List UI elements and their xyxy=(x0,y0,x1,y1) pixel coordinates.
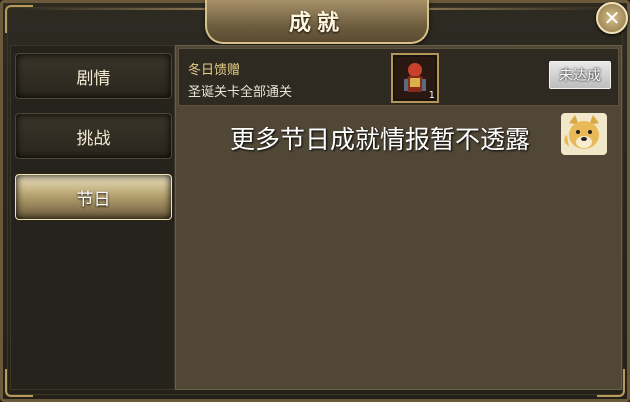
status-badge[interactable]: 未达成 xyxy=(549,61,611,89)
reward-count: 1 xyxy=(428,90,435,101)
category-tabs: 剧情 挑战 节日 xyxy=(10,45,175,390)
tab-story[interactable]: 剧情 xyxy=(15,53,172,99)
achievement-name: 冬日馈赠 xyxy=(188,63,241,78)
list-item: 冬日馈赠 圣诞关卡全部通关 1 未达成 xyxy=(178,48,619,106)
close-icon: ✕ xyxy=(603,6,621,30)
tab-label: 剧情 xyxy=(76,68,111,89)
close-button[interactable]: ✕ xyxy=(596,2,628,34)
title-ornament xyxy=(420,8,610,10)
tab-festival[interactable]: 节日 xyxy=(15,174,172,220)
doge-emoji-icon xyxy=(561,113,607,155)
tab-label: 挑战 xyxy=(76,128,111,149)
title-ornament xyxy=(18,8,208,10)
achievement-description: 圣诞关卡全部通关 xyxy=(188,85,293,100)
tab-challenge[interactable]: 挑战 xyxy=(15,113,172,159)
title-plate: 成就 xyxy=(205,0,429,44)
achievement-list: 冬日馈赠 圣诞关卡全部通关 1 未达成 xyxy=(175,45,622,390)
tab-label: 节日 xyxy=(76,189,111,210)
reward-item[interactable]: 1 xyxy=(391,53,439,103)
window-title: 成就 xyxy=(288,11,345,36)
festival-notice: 更多节日成就情报暂不透露 xyxy=(230,125,531,154)
